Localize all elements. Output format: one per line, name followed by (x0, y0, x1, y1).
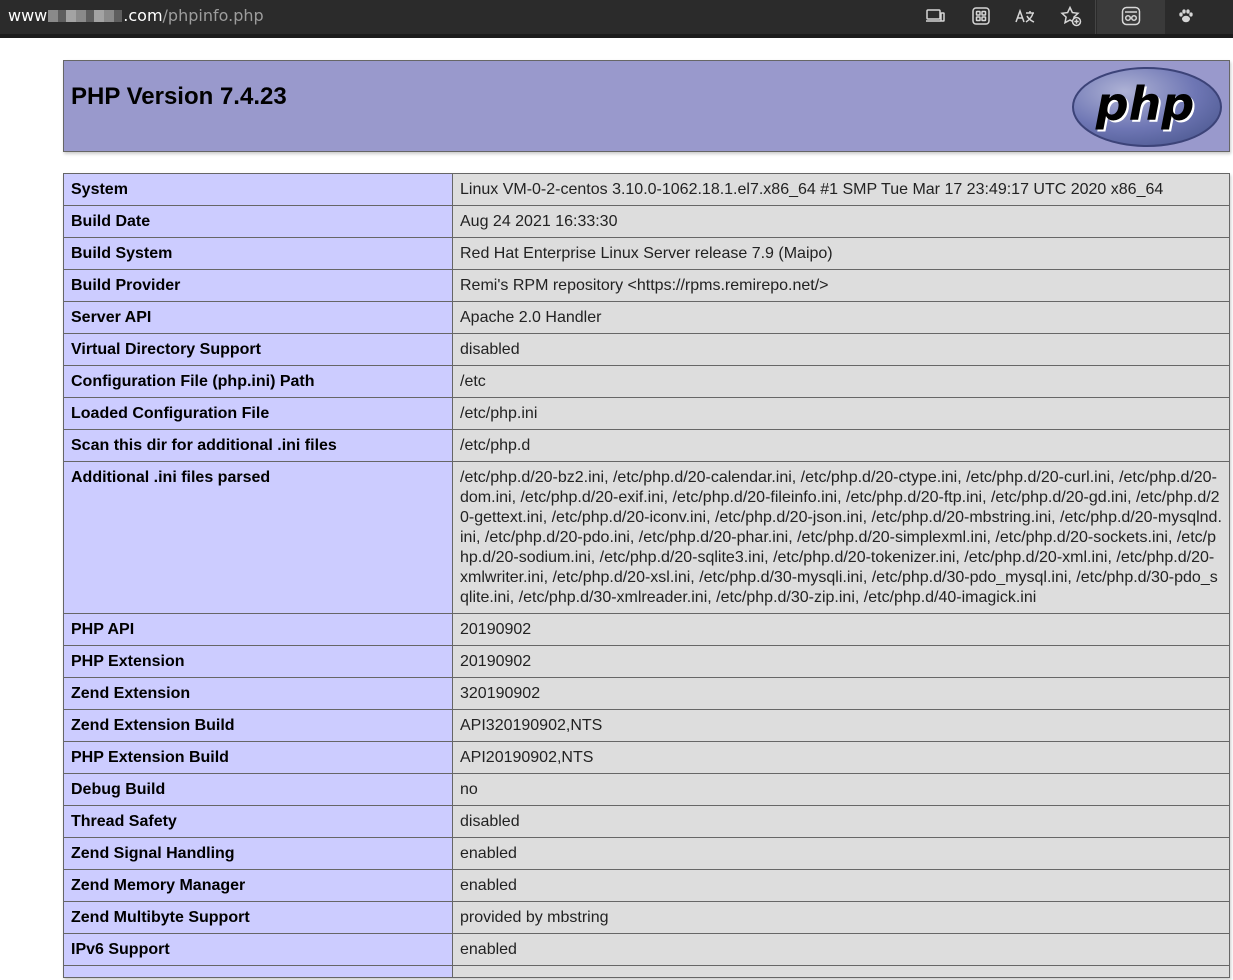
add-favorite-icon[interactable] (1060, 5, 1082, 27)
row-label: Server API (63, 301, 453, 334)
row-value: /etc (452, 365, 1230, 398)
row-label: System (63, 173, 453, 206)
row-value: 320190902 (452, 677, 1230, 710)
phpinfo-table: System Linux VM-0-2-centos 3.10.0-1062.18… (63, 173, 1230, 978)
table-row: Additional .ini files parsed/etc/php.d/2… (63, 461, 1230, 614)
table-row: Loaded Configuration File/etc/php.ini (63, 397, 1230, 430)
table-row: Server API Apache 2.0 Handler (63, 301, 1230, 334)
row-value: /etc/php.ini (452, 397, 1230, 430)
php-version-header: PHP Version 7.4.23 php php (63, 60, 1230, 152)
app-grid-icon[interactable] (970, 5, 992, 27)
table-row: Build System Red Hat Enterprise Linux Ser… (63, 237, 1230, 270)
table-row (63, 965, 1230, 978)
row-value: API20190902,NTS (452, 741, 1230, 774)
row-value: 20190902 (452, 613, 1230, 646)
row-label: Virtual Directory Support (63, 333, 453, 366)
row-label: Build Date (63, 205, 453, 238)
row-label: Scan this dir for additional .ini files (63, 429, 453, 462)
url-host-prefix: www (8, 6, 48, 25)
table-row: System Linux VM-0-2-centos 3.10.0-1062.18… (63, 173, 1230, 206)
row-value: enabled (452, 869, 1230, 902)
php-logo: php php (1072, 67, 1222, 147)
row-value: enabled (452, 837, 1230, 870)
row-label: Debug Build (63, 773, 453, 806)
table-row: PHP API 20190902 (63, 613, 1230, 646)
row-label: Build Provider (63, 269, 453, 302)
row-value: enabled (452, 933, 1230, 966)
table-row: Build Provider Remi's RPM repository <htt… (63, 269, 1230, 302)
row-label: Zend Extension Build (63, 709, 453, 742)
row-label: Zend Multibyte Support (63, 901, 453, 934)
row-label (63, 965, 453, 978)
row-value: API320190902,NTS (452, 709, 1230, 742)
table-row: Zend Memory Manager enabled (63, 869, 1230, 902)
table-row: IPv6 Support enabled (63, 933, 1230, 966)
table-row: Zend Extension Build API320190902,NTS (63, 709, 1230, 742)
table-row: Debug Build no (63, 773, 1230, 806)
table-row: Zend Signal Handling enabled (63, 837, 1230, 870)
row-value: Red Hat Enterprise Linux Server release … (452, 237, 1230, 270)
url-host-suffix: .com (123, 6, 163, 25)
row-value: /etc/php.d (452, 429, 1230, 462)
row-value: Aug 24 2021 16:33:30 (452, 205, 1230, 238)
row-label: PHP Extension (63, 645, 453, 678)
row-value (452, 965, 1230, 978)
row-label: Zend Memory Manager (63, 869, 453, 902)
table-row: Zend Extension 320190902 (63, 677, 1230, 710)
logo-text: php (1095, 77, 1195, 131)
table-row: PHP Extension Build API20190902,NTS (63, 741, 1230, 774)
row-value: 20190902 (452, 645, 1230, 678)
row-label: PHP API (63, 613, 453, 646)
extension-paw-icon[interactable] (1175, 5, 1197, 27)
row-value: provided by mbstring (452, 901, 1230, 934)
table-row: Configuration File (php.ini) Path/etc (63, 365, 1230, 398)
row-value: no (452, 773, 1230, 806)
table-row: Zend Multibyte Support provided by mbstri… (63, 901, 1230, 934)
toolbar-divider (1095, 0, 1096, 34)
row-value: Linux VM-0-2-centos 3.10.0-1062.18.1.el7… (452, 173, 1230, 206)
profile-icon[interactable] (1120, 5, 1142, 27)
address-bar[interactable]: www .com/phpinfo.php (8, 6, 264, 26)
table-row: Scan this dir for additional .ini files /… (63, 429, 1230, 462)
row-label: PHP Extension Build (63, 741, 453, 774)
table-row: PHP Extension 20190902 (63, 645, 1230, 678)
phpinfo-page: PHP Version 7.4.23 php php System Linux V… (63, 60, 1230, 978)
table-row: Thread Safety disabled (63, 805, 1230, 838)
row-label: Zend Signal Handling (63, 837, 453, 870)
row-value: /etc/php.d/20-bz2.ini, /etc/php.d/20-cal… (452, 461, 1230, 614)
page-title: PHP Version 7.4.23 (71, 83, 287, 110)
table-row: Build Date Aug 24 2021 16:33:30 (63, 205, 1230, 238)
table-row: Virtual Directory Support disabled (63, 333, 1230, 366)
row-label: IPv6 Support (63, 933, 453, 966)
row-value: Apache 2.0 Handler (452, 301, 1230, 334)
row-label: Loaded Configuration File (63, 397, 453, 430)
url-path: /phpinfo.php (162, 6, 264, 25)
translate-icon[interactable] (1014, 5, 1036, 27)
row-value: disabled (452, 333, 1230, 366)
row-label: Additional .ini files parsed (63, 461, 453, 614)
row-value: disabled (452, 805, 1230, 838)
row-label: Zend Extension (63, 677, 453, 710)
row-label: Configuration File (php.ini) Path (63, 365, 453, 398)
row-value: Remi's RPM repository <https://rpms.remi… (452, 269, 1230, 302)
row-label: Thread Safety (63, 805, 453, 838)
browser-toolbar: www .com/phpinfo.php (0, 0, 1233, 38)
devices-icon[interactable] (924, 5, 946, 27)
redacted-domain (48, 10, 123, 22)
row-label: Build System (63, 237, 453, 270)
